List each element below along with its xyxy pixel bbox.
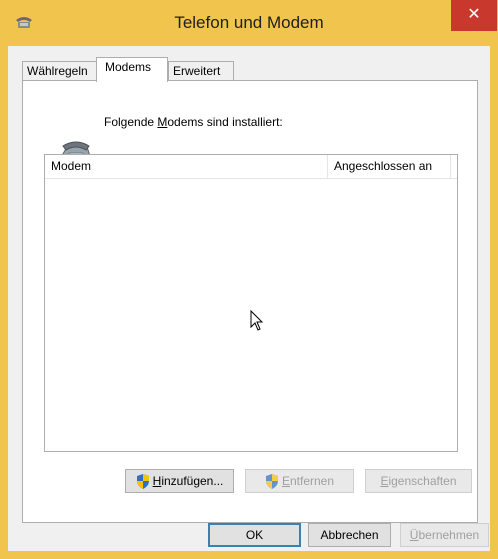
mouse-cursor-icon (250, 310, 264, 331)
tab-modems[interactable]: Modems (96, 57, 168, 82)
tab-waehlregeln[interactable]: Wählregeln (22, 61, 97, 81)
remove-button[interactable]: Entfernen (245, 469, 354, 493)
tab-label: Modems (105, 60, 152, 74)
dialog-client-area: Wählregeln Modems Erweitert Folgende Mod… (8, 46, 490, 551)
properties-button[interactable]: Eigenschaften (365, 469, 472, 493)
dialog-window: Telefon und Modem ✕ Wählregeln Modems Er… (0, 0, 498, 559)
tab-erweitert[interactable]: Erweitert (168, 61, 234, 81)
tab-label: Wählregeln (27, 64, 88, 78)
cancel-button[interactable]: Abbrechen (308, 523, 391, 547)
uac-shield-icon (265, 474, 278, 490)
modem-list[interactable]: Modem Angeschlossen an (44, 154, 458, 452)
tab-label: Erweitert (173, 64, 221, 78)
add-button[interactable]: Hinzufügen... (125, 469, 234, 493)
window-title: Telefon und Modem (174, 13, 324, 32)
close-icon: ✕ (467, 6, 481, 23)
ok-button[interactable]: OK (208, 523, 301, 547)
close-button[interactable]: ✕ (451, 0, 497, 31)
installed-modems-label: Folgende Modems sind installiert: (104, 115, 283, 129)
column-header-connected-to[interactable]: Angeschlossen an (328, 155, 451, 178)
column-header-modem[interactable]: Modem (45, 155, 328, 178)
apply-button[interactable]: Übernehmen (400, 523, 489, 547)
title-bar[interactable]: Telefon und Modem ✕ (0, 0, 498, 46)
list-header: Modem Angeschlossen an (45, 155, 457, 179)
uac-shield-icon (136, 474, 149, 490)
